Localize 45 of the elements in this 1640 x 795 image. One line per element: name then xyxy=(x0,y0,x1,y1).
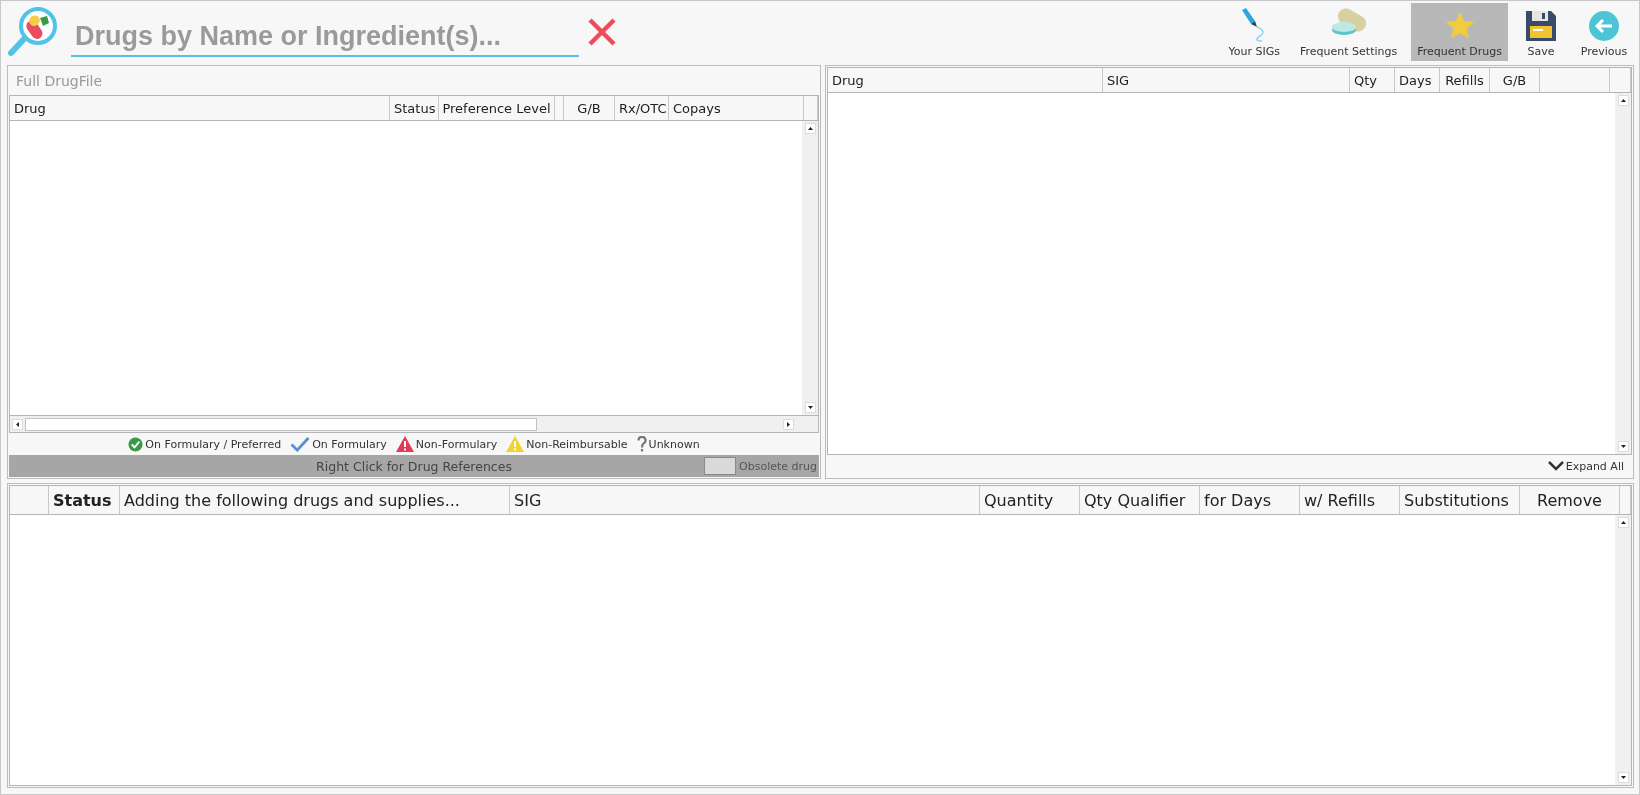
column-header[interactable]: Status xyxy=(390,96,439,120)
column-header[interactable]: Remove xyxy=(1520,486,1620,514)
toolbar-button[interactable]: Your SIGs xyxy=(1222,3,1287,61)
column-header[interactable]: w/ Refills xyxy=(1300,486,1400,514)
column-header[interactable]: for Days xyxy=(1200,486,1300,514)
column-header[interactable]: Qty xyxy=(1350,68,1395,92)
column-header[interactable]: Refills xyxy=(1440,68,1490,92)
chevron-down-icon xyxy=(1547,461,1564,471)
column-header[interactable]: G/B xyxy=(564,96,615,120)
scrollbar-thumb[interactable] xyxy=(25,417,537,431)
legend-label: Non-Reimbursable xyxy=(526,437,628,451)
legend-label: On Formulary xyxy=(312,437,387,451)
check-badge-icon xyxy=(128,436,144,452)
column-header[interactable]: Substitutions xyxy=(1400,486,1520,514)
column-header[interactable]: Rx/OTC xyxy=(615,96,669,120)
toolbar-button[interactable]: Frequent Drugs xyxy=(1411,3,1508,61)
column-header[interactable]: Copays xyxy=(669,96,804,120)
toolbar-button[interactable]: Previous xyxy=(1574,3,1634,61)
column-header[interactable]: Quantity xyxy=(980,486,1080,514)
legend-label: Obsolete drug xyxy=(739,459,817,473)
close-icon[interactable] xyxy=(587,17,617,47)
question-mark-icon xyxy=(636,436,647,452)
toolbar-button[interactable]: Frequent Settings xyxy=(1294,3,1404,61)
warning-icon xyxy=(506,436,525,452)
column-header[interactable]: G/B xyxy=(1490,68,1540,92)
legend-label: Non-Formulary xyxy=(415,437,498,451)
warning-icon xyxy=(395,436,414,452)
column-header[interactable]: Days xyxy=(1395,68,1440,92)
column-header[interactable]: Status xyxy=(49,486,120,514)
column-header[interactable]: Drug xyxy=(828,68,1103,92)
footer-hint: Right Click for Drug References xyxy=(316,458,512,474)
checkmark-icon xyxy=(290,436,311,452)
toolbar-button[interactable]: Save xyxy=(1516,3,1566,61)
column-header[interactable]: Adding the following drugs and supplies... xyxy=(120,486,510,514)
panel-title: Full DrugFile xyxy=(15,72,104,91)
search-field[interactable]: Drugs by Name or Ingredient(s)... xyxy=(71,17,579,57)
column-header[interactable]: Qty Qualifier xyxy=(1080,486,1200,514)
obsolete-swatch xyxy=(704,457,737,475)
column-header[interactable]: Preference Level xyxy=(439,96,555,120)
column-header[interactable]: SIG xyxy=(1103,68,1350,92)
legend-label: On Formulary / Preferred xyxy=(145,437,282,451)
legend-label: Unknown xyxy=(648,437,700,451)
column-header[interactable]: Drug xyxy=(10,96,390,120)
expand-all-button[interactable]: Expand All xyxy=(1547,459,1624,473)
column-header[interactable]: SIG xyxy=(510,486,980,514)
